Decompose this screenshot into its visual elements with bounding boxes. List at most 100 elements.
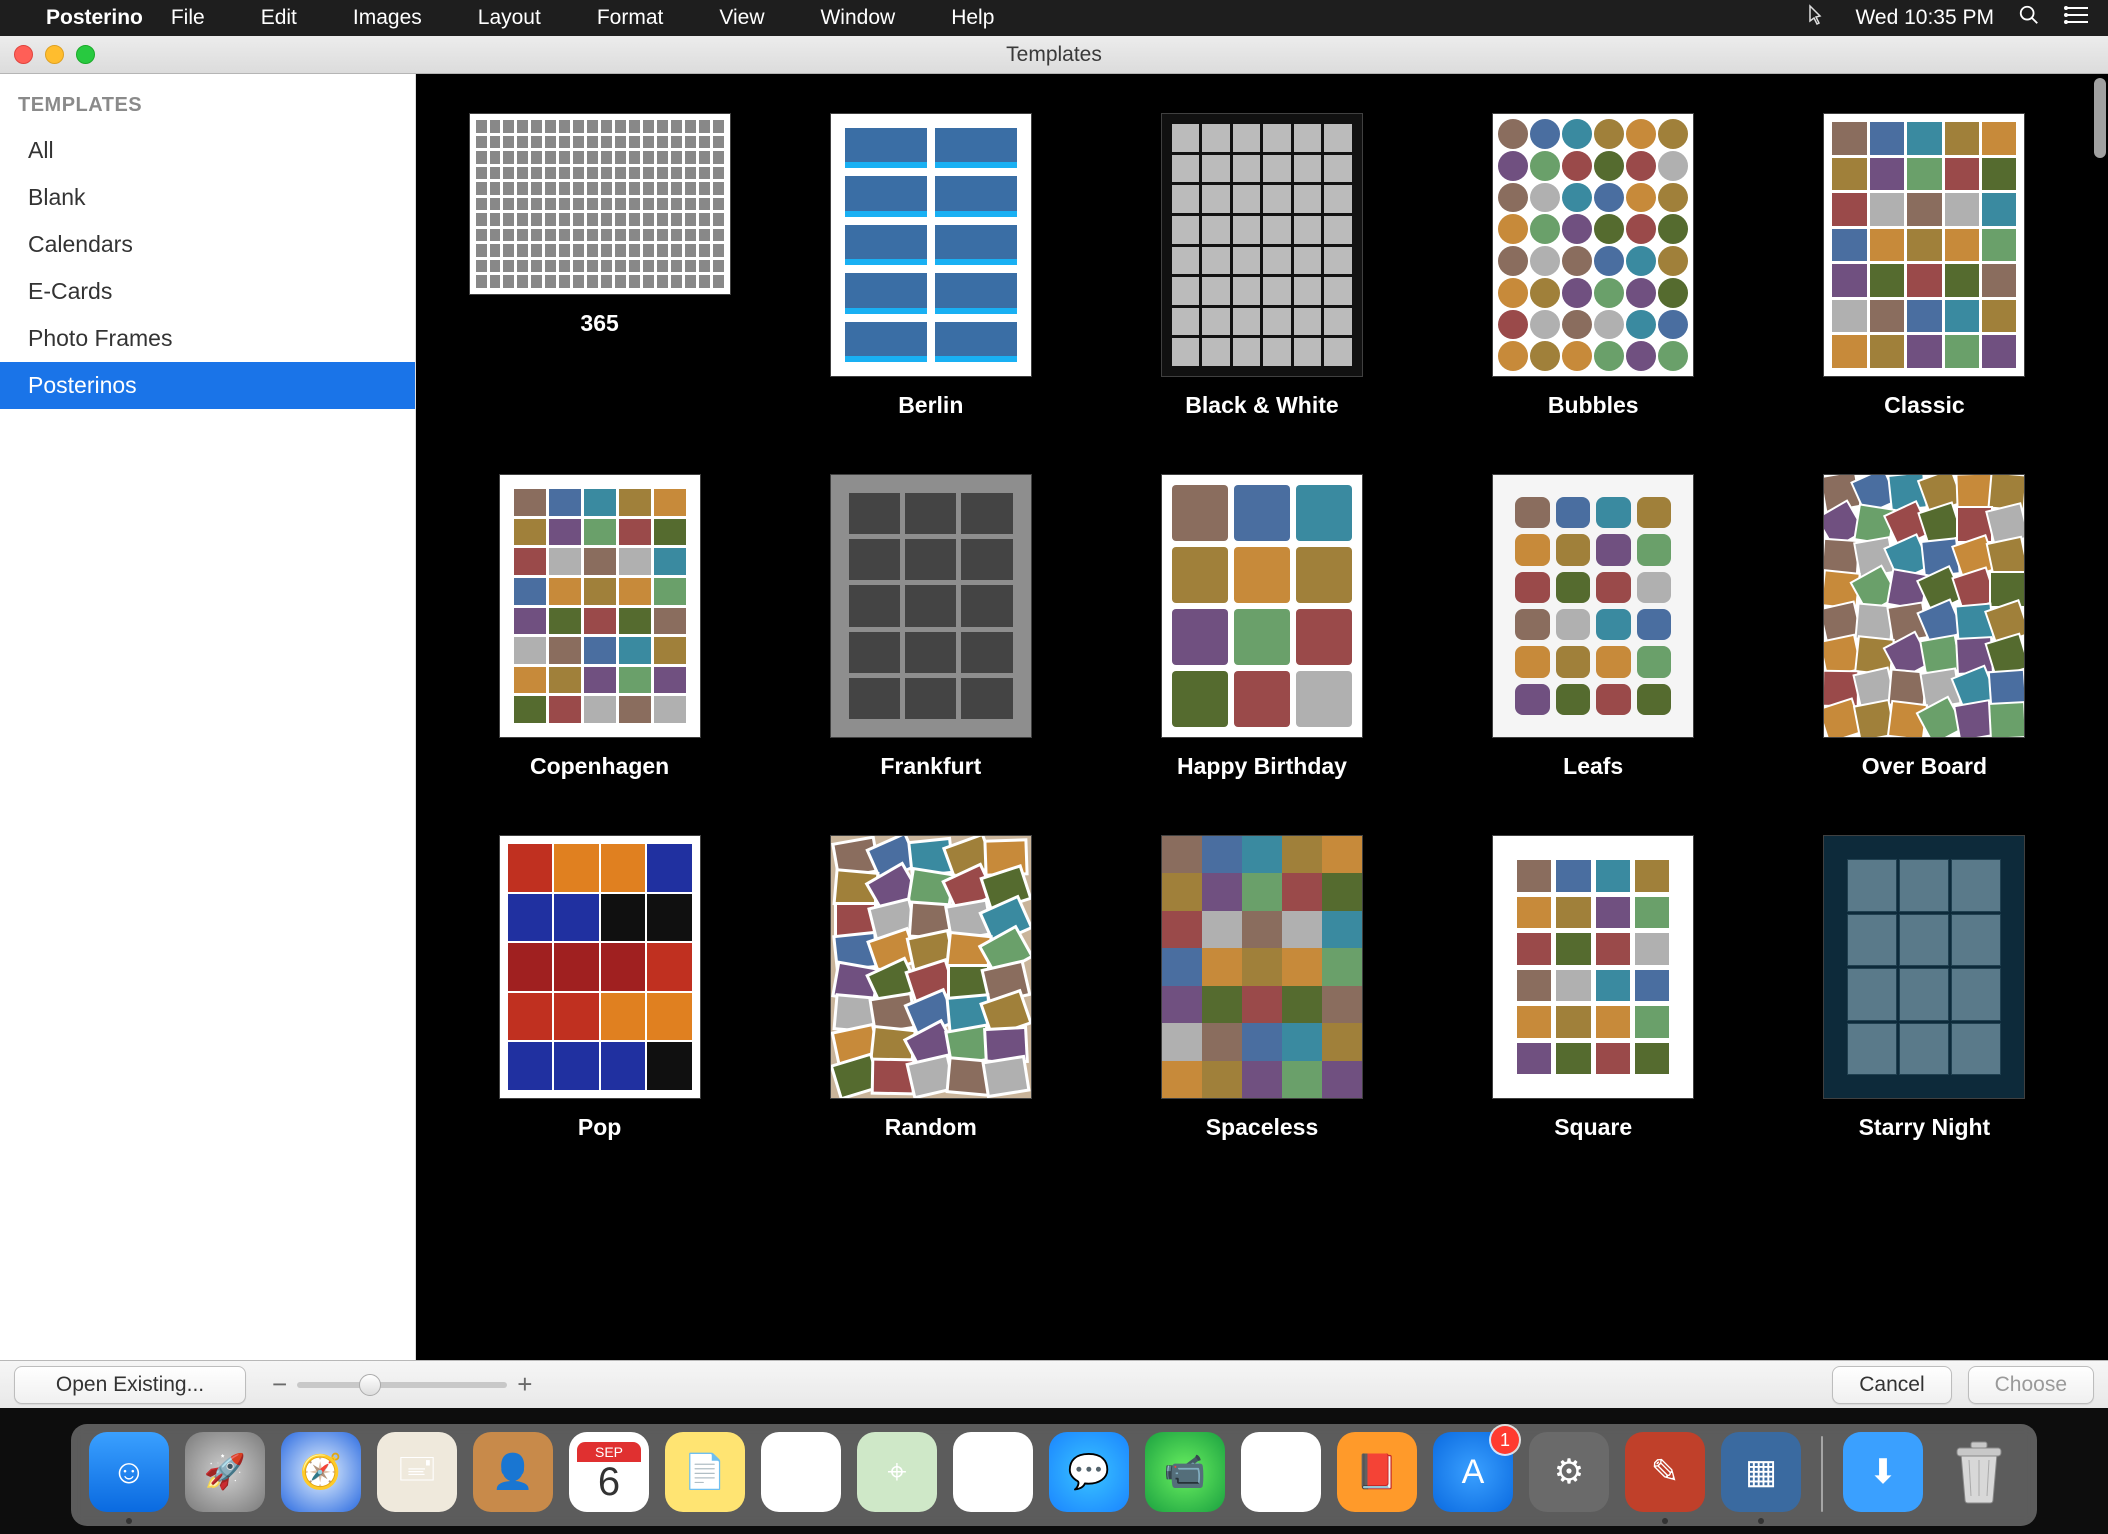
zoom-slider-thumb[interactable] <box>359 1374 381 1396</box>
template-caption: 365 <box>580 310 618 337</box>
dock-calendar-icon[interactable]: SEP6 <box>569 1432 649 1512</box>
dock-facetime-icon[interactable]: 📹 <box>1145 1432 1225 1512</box>
template-black-white[interactable]: Black & White <box>1114 114 1409 419</box>
spotlight-search-icon[interactable] <box>2018 4 2040 32</box>
menu-layout[interactable]: Layout <box>478 6 541 30</box>
menu-images[interactable]: Images <box>353 6 422 30</box>
dock-safari-icon[interactable]: 🧭 <box>281 1432 361 1512</box>
template-thumbnail[interactable] <box>1493 475 1693 737</box>
dock: ☺🚀🧭🖃👤SEP6📄☑⌖✿💬📹♪📕A1⚙✎▦ ⬇ <box>71 1424 2037 1526</box>
dock-messages-icon[interactable]: 💬 <box>1049 1432 1129 1512</box>
template-thumbnail[interactable] <box>1162 836 1362 1098</box>
open-existing-button[interactable]: Open Existing... <box>14 1366 246 1404</box>
dock-preferences-icon[interactable]: ⚙ <box>1529 1432 1609 1512</box>
template-caption: Leafs <box>1563 753 1623 780</box>
template-thumbnail[interactable] <box>470 114 730 294</box>
template-happy-birthday[interactable]: Happy Birthday <box>1114 475 1409 780</box>
dock-launchpad-icon[interactable]: 🚀 <box>185 1432 265 1512</box>
sidebar-item-blank[interactable]: Blank <box>0 174 415 221</box>
template-copenhagen[interactable]: Copenhagen <box>452 475 747 780</box>
dock-downloads-icon[interactable]: ⬇ <box>1843 1432 1923 1512</box>
notification-center-icon[interactable] <box>2064 5 2090 31</box>
dock-photos-icon[interactable]: ✿ <box>953 1432 1033 1512</box>
footer: Open Existing... − + Cancel Choose <box>0 1360 2108 1408</box>
template-spaceless[interactable]: Spaceless <box>1114 836 1409 1141</box>
dock-badge: 1 <box>1491 1426 1519 1454</box>
template-thumbnail[interactable] <box>500 475 700 737</box>
running-indicator <box>126 1518 132 1524</box>
template-thumbnail[interactable] <box>1162 475 1362 737</box>
template-caption: Copenhagen <box>530 753 669 780</box>
menu-window[interactable]: Window <box>820 6 895 30</box>
templates-window: Templates TEMPLATES AllBlankCalendarsE-C… <box>0 36 2108 1408</box>
template-thumbnail[interactable] <box>831 114 1031 376</box>
sidebar-item-all[interactable]: All <box>0 127 415 174</box>
window-title: Templates <box>0 43 2108 67</box>
template-over-board[interactable]: Over Board <box>1777 475 2072 780</box>
template-caption: Classic <box>1884 392 1965 419</box>
template-random[interactable]: Random <box>783 836 1078 1141</box>
menu-format[interactable]: Format <box>597 6 664 30</box>
template-thumbnail[interactable] <box>1824 114 2024 376</box>
template-365[interactable]: 365 <box>452 114 747 419</box>
app-menu[interactable]: Posterino <box>46 6 143 30</box>
dock-contacts-icon[interactable]: 👤 <box>473 1432 553 1512</box>
window-minimize-button[interactable] <box>45 45 64 64</box>
template-thumbnail[interactable] <box>831 475 1031 737</box>
dock-mail-icon[interactable]: 🖃 <box>377 1432 457 1512</box>
dock-notes-icon[interactable]: 📄 <box>665 1432 745 1512</box>
dock-finder-icon[interactable]: ☺ <box>89 1432 169 1512</box>
template-thumbnail[interactable] <box>500 836 700 1098</box>
template-thumbnail[interactable] <box>1162 114 1362 376</box>
template-caption: Black & White <box>1185 392 1338 419</box>
zoom-slider[interactable] <box>297 1382 507 1388</box>
template-frankfurt[interactable]: Frankfurt <box>783 475 1078 780</box>
zoom-in-button[interactable]: + <box>517 1369 532 1400</box>
titlebar[interactable]: Templates <box>0 36 2108 74</box>
running-indicator <box>1758 1518 1764 1524</box>
cancel-button[interactable]: Cancel <box>1832 1366 1951 1404</box>
dock-appstore-icon[interactable]: A1 <box>1433 1432 1513 1512</box>
sidebar: TEMPLATES AllBlankCalendarsE-CardsPhoto … <box>0 74 416 1360</box>
template-thumbnail[interactable] <box>831 836 1031 1098</box>
template-leafs[interactable]: Leafs <box>1446 475 1741 780</box>
cursor-status-icon[interactable] <box>1807 3 1831 33</box>
scrollbar-thumb[interactable] <box>2094 78 2106 158</box>
template-thumbnail[interactable] <box>1493 114 1693 376</box>
template-caption: Starry Night <box>1859 1114 1991 1141</box>
menubar-clock[interactable]: Wed 10:35 PM <box>1855 6 1994 30</box>
menu-file[interactable]: File <box>171 6 205 30</box>
sidebar-item-photo-frames[interactable]: Photo Frames <box>0 315 415 362</box>
dock-maps-icon[interactable]: ⌖ <box>857 1432 937 1512</box>
window-close-button[interactable] <box>14 45 33 64</box>
dock-posterino-icon[interactable]: ▦ <box>1721 1432 1801 1512</box>
zoom-out-button[interactable]: − <box>272 1369 287 1400</box>
menu-edit[interactable]: Edit <box>261 6 297 30</box>
sidebar-item-e-cards[interactable]: E-Cards <box>0 268 415 315</box>
template-grid-area: 365 Berlin Black & White Bubbles Classic Cope… <box>416 74 2108 1360</box>
sidebar-section-title: TEMPLATES <box>0 86 415 127</box>
template-thumbnail[interactable] <box>1493 836 1693 1098</box>
template-square[interactable]: Square <box>1446 836 1741 1141</box>
template-berlin[interactable]: Berlin <box>783 114 1078 419</box>
template-bubbles[interactable]: Bubbles <box>1446 114 1741 419</box>
template-starry-night[interactable]: Starry Night <box>1777 836 2072 1141</box>
dock-ibooks-icon[interactable]: 📕 <box>1337 1432 1417 1512</box>
template-pop[interactable]: Pop <box>452 836 747 1141</box>
template-thumbnail[interactable] <box>1824 475 2024 737</box>
sidebar-item-posterinos[interactable]: Posterinos <box>0 362 415 409</box>
template-classic[interactable]: Classic <box>1777 114 2072 419</box>
template-caption: Pop <box>578 1114 621 1141</box>
template-thumbnail[interactable] <box>1824 836 2024 1098</box>
dock-xscope-icon[interactable]: ✎ <box>1625 1432 1705 1512</box>
menubar: Posterino File Edit Images Layout Format View… <box>0 0 2108 36</box>
dock-reminders-icon[interactable]: ☑ <box>761 1432 841 1512</box>
dock-trash-icon[interactable] <box>1939 1432 2019 1512</box>
window-zoom-button[interactable] <box>76 45 95 64</box>
menu-view[interactable]: View <box>719 6 764 30</box>
template-caption: Square <box>1554 1114 1632 1141</box>
menu-help[interactable]: Help <box>951 6 994 30</box>
dock-itunes-icon[interactable]: ♪ <box>1241 1432 1321 1512</box>
sidebar-item-calendars[interactable]: Calendars <box>0 221 415 268</box>
choose-button[interactable]: Choose <box>1968 1366 2094 1404</box>
